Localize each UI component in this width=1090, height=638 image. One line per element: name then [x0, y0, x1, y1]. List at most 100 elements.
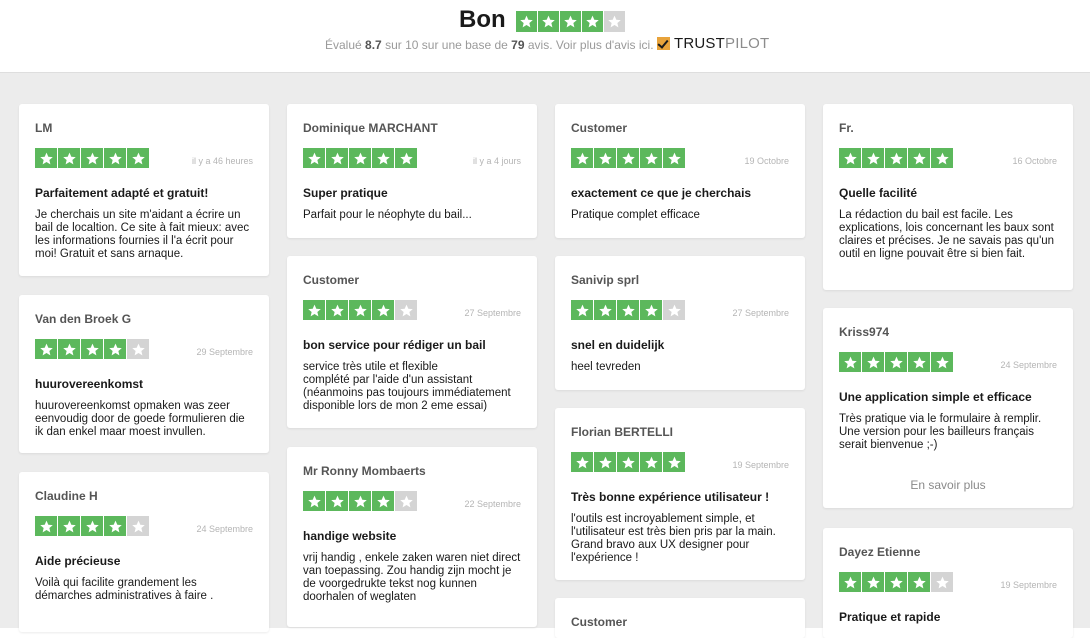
review-title: Très bonne expérience utilisateur !	[571, 490, 770, 504]
star-icon	[862, 572, 884, 592]
star-icon	[395, 491, 417, 511]
review-card: Customer 27 Septembre bon service pour réd…	[287, 256, 537, 428]
star-icon	[839, 352, 861, 372]
star-icon	[604, 11, 625, 32]
read-more-link[interactable]: En savoir plus	[823, 478, 1073, 492]
summary-prefix: Évalué	[325, 38, 362, 52]
star-icon	[663, 148, 685, 168]
review-title: exactement ce que je cherchais	[571, 186, 752, 200]
star-icon	[104, 339, 126, 359]
star-icon	[538, 11, 559, 32]
review-date: 19 Septembre	[1000, 580, 1057, 590]
star-icon	[303, 491, 325, 511]
review-title: Quelle facilité	[839, 186, 918, 200]
star-icon	[931, 148, 953, 168]
star-icon	[372, 491, 394, 511]
review-stars	[35, 148, 149, 168]
review-title: handige website	[303, 529, 397, 543]
star-icon	[862, 148, 884, 168]
review-date: 16 Octobre	[1012, 156, 1057, 166]
review-author: Florian BERTELLI	[571, 425, 673, 439]
review-date: 27 Septembre	[732, 308, 789, 318]
review-body: l'outils est incroyablement simple, et l…	[571, 513, 776, 564]
star-icon	[560, 11, 581, 32]
star-icon	[35, 516, 57, 536]
review-body: huurovereenkomst opmaken was zeer eenvou…	[35, 400, 245, 438]
review-author: Fr.	[839, 121, 854, 135]
star-icon	[640, 148, 662, 168]
star-icon	[81, 516, 103, 536]
star-icon	[127, 148, 149, 168]
overall-rating-stars	[516, 11, 625, 32]
review-author: LM	[35, 121, 53, 135]
review-body: vrij handig , enkele zaken waren niet di…	[303, 552, 521, 603]
review-body: service très utile et flexible complété p…	[303, 361, 511, 412]
review-title: bon service pour rédiger un bail	[303, 338, 486, 352]
star-icon	[885, 572, 907, 592]
star-icon	[885, 148, 907, 168]
review-stars	[839, 148, 953, 168]
review-author: Sanivip sprl	[571, 273, 640, 287]
star-icon	[81, 339, 103, 359]
review-title: Parfaitement adapté et gratuit!	[35, 186, 209, 200]
star-icon	[127, 516, 149, 536]
review-date: 27 Septembre	[464, 308, 521, 318]
star-icon	[104, 516, 126, 536]
review-author: Dominique MARCHANT	[303, 121, 438, 135]
review-card: Sanivip sprl 27 Septembre snel en duidelij…	[555, 256, 805, 390]
review-body: Parfait pour le néophyte du bail...	[303, 209, 472, 221]
trustpilot-logo[interactable]: TRUSTPILOT	[657, 35, 769, 52]
star-icon	[58, 148, 80, 168]
review-title: Une application simple et efficace	[839, 390, 1032, 404]
review-body: Pratique complet efficace	[571, 209, 700, 221]
review-title: Super pratique	[303, 186, 388, 200]
header: Bon Évalué 8.7 sur 10 sur une base de 79…	[0, 0, 1090, 72]
score-value: 8.7	[365, 38, 382, 52]
review-title: Pratique et rapide	[839, 610, 941, 624]
star-icon	[35, 148, 57, 168]
review-stars	[303, 300, 417, 320]
review-title: Aide précieuse	[35, 554, 121, 568]
star-icon	[617, 452, 639, 472]
review-date: 22 Septembre	[464, 499, 521, 509]
review-title: huurovereenkomst	[35, 377, 144, 391]
star-icon	[81, 148, 103, 168]
summary-mid: sur 10 sur une base de	[385, 38, 508, 52]
star-icon	[303, 148, 325, 168]
star-icon	[931, 352, 953, 372]
star-icon	[885, 352, 907, 372]
review-card: Mr Ronny Mombaerts 22 Septembre handige we…	[287, 447, 537, 627]
star-icon	[663, 452, 685, 472]
review-stars	[839, 352, 953, 372]
review-author: Claudine H	[35, 489, 98, 503]
review-card: Customer 19 Octobre exactement ce que je c…	[555, 104, 805, 238]
review-stars	[35, 516, 149, 536]
star-icon	[594, 148, 616, 168]
star-icon	[594, 452, 616, 472]
review-body: heel tevreden	[571, 361, 641, 373]
review-card: Kriss974 24 Septembre Une application simp…	[823, 308, 1073, 508]
star-icon	[326, 300, 348, 320]
trustpilot-check-icon	[657, 37, 670, 50]
review-stars	[303, 148, 417, 168]
review-card: Fr. 16 Octobre Quelle facilité La rédaction…	[823, 104, 1073, 290]
star-icon	[582, 11, 603, 32]
review-body: Voilà qui facilite grandement les démarc…	[35, 577, 214, 602]
review-body: Très pratique via le formulaire à rempli…	[839, 413, 1042, 451]
star-icon	[617, 300, 639, 320]
review-card: LM il y a 46 heures Parfaitement adapté et…	[19, 104, 269, 276]
see-more-link[interactable]: avis. Voir plus d'avis ici.	[528, 38, 654, 52]
star-icon	[127, 339, 149, 359]
review-card: Van den Broek G 29 Septembre huurovereenko…	[19, 295, 269, 453]
star-icon	[571, 300, 593, 320]
rating-summary[interactable]: Évalué 8.7 sur 10 sur une base de 79 avi…	[325, 38, 654, 52]
review-author: Customer	[303, 273, 360, 287]
review-date: il y a 4 jours	[472, 156, 521, 166]
review-body: Je cherchais un site m'aidant a écrire u…	[35, 209, 250, 260]
star-icon	[908, 572, 930, 592]
brand-trust: TRUST	[674, 35, 725, 52]
review-stars	[571, 148, 685, 168]
star-icon	[58, 339, 80, 359]
star-icon	[349, 148, 371, 168]
review-date: 19 Octobre	[744, 156, 789, 166]
